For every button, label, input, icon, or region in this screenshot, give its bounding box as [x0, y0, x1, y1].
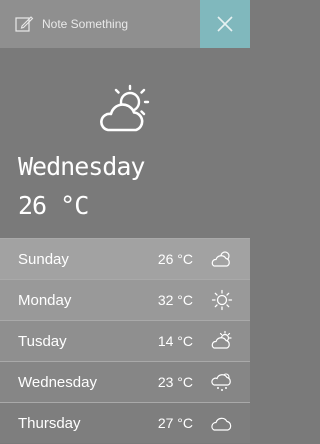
forecast-row-tusday[interactable]: Tusday 14 °C [0, 320, 250, 361]
top-bar: Note Something [0, 0, 250, 48]
sun-icon [211, 289, 233, 311]
partly-cloudy-icon [211, 251, 230, 267]
current-weather: Wednesday 26 °C [0, 48, 250, 238]
current-temperature: 26 °C [18, 191, 89, 220]
forecast-temp: 27 °C [157, 415, 193, 431]
forecast-row-monday[interactable]: Monday 32 °C [0, 279, 250, 320]
cloud-icon [211, 417, 232, 431]
forecast-day: Wednesday [18, 373, 97, 391]
edit-note-icon [15, 16, 34, 32]
note-label: Note Something [42, 17, 129, 31]
forecast-list: Sunday 26 °C Monday 32 °C Tusday 14 °C W… [0, 238, 250, 443]
forecast-day: Monday [18, 291, 72, 309]
note-something-button[interactable]: Note Something [14, 0, 128, 48]
close-button[interactable] [200, 0, 250, 48]
forecast-temp: 26 °C [157, 251, 193, 267]
partly-cloudy-icon [100, 84, 150, 132]
forecast-day: Sunday [18, 250, 69, 268]
forecast-day: Thursday [18, 414, 81, 432]
forecast-temp: 14 °C [157, 333, 193, 349]
forecast-row-sunday[interactable]: Sunday 26 °C [0, 238, 250, 279]
forecast-temp: 23 °C [157, 374, 193, 390]
forecast-temp: 32 °C [157, 292, 193, 308]
close-icon [217, 16, 233, 32]
forecast-day: Tusday [18, 332, 67, 350]
partly-cloudy-icon [211, 330, 232, 349]
snow-cloud-icon [211, 373, 231, 391]
forecast-row-thursday[interactable]: Thursday 27 °C [0, 402, 250, 443]
forecast-row-wednesday[interactable]: Wednesday 23 °C [0, 361, 250, 402]
current-day: Wednesday [18, 152, 145, 181]
